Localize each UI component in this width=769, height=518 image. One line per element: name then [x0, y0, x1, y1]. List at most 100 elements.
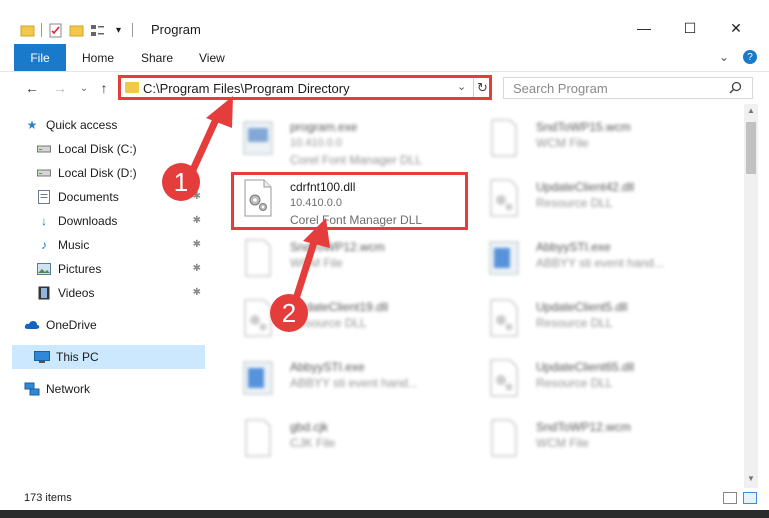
view-switcher [723, 492, 757, 504]
file-type: Corel Font Manager DLL [290, 153, 423, 167]
sidebar-item-documents[interactable]: Documents ✱ [36, 185, 205, 209]
quick-access-toolbar: ▾ [20, 20, 133, 40]
cloud-icon [24, 317, 40, 333]
customize-toolbar-icon[interactable]: ▾ [111, 23, 126, 38]
qat-divider [41, 23, 42, 37]
star-icon: ★ [26, 118, 38, 132]
network-icon [24, 381, 40, 397]
dll-icon [490, 179, 518, 217]
tab-share[interactable]: Share [141, 44, 173, 71]
sidebar-item-local-disk-d[interactable]: Local Disk (D:) [36, 161, 205, 185]
status-bar: 173 items [0, 488, 769, 510]
help-icon[interactable]: ? [743, 50, 757, 64]
minimize-button[interactable]: — [621, 14, 667, 42]
dll-icon [490, 299, 518, 337]
sidebar-item-label: Local Disk (C:) [58, 142, 137, 156]
scroll-down-icon[interactable]: ▼ [746, 474, 756, 486]
vertical-scrollbar[interactable]: ▲ ▼ [744, 104, 758, 488]
file-item[interactable]: SndToWP12.wcm WCM File [476, 412, 716, 468]
qat-divider [132, 23, 133, 37]
file-type: Resource DLL [536, 376, 613, 390]
file-type: WCM File [536, 436, 589, 450]
search-icon [729, 81, 742, 97]
sidebar-item-local-disk-c[interactable]: Local Disk (C:) [36, 137, 205, 161]
file-item[interactable]: UpdateClient5.dll Resource DLL [476, 292, 716, 348]
search-input[interactable]: Search Program [513, 81, 608, 96]
address-dropdown-icon[interactable]: ⌄ [457, 80, 466, 93]
sidebar-item-label: Downloads [58, 214, 118, 228]
sidebar-item-network[interactable]: Network [24, 377, 205, 401]
file-type: WCM File [290, 256, 343, 270]
file-name: UpdateClient5.dll [536, 300, 628, 314]
search-box[interactable]: Search Program [503, 77, 753, 99]
exe-icon [243, 361, 273, 395]
pin-icon[interactable]: ✱ [193, 215, 201, 226]
file-list: program.exe 10.410.0.0 Corel Font Manage… [220, 108, 744, 480]
scroll-up-icon[interactable]: ▲ [746, 106, 756, 118]
tab-view[interactable]: View [199, 44, 225, 71]
computer-icon [34, 349, 50, 365]
file-item[interactable]: AbbyySTI.exe ABBYY sti event hand... [230, 352, 470, 408]
exe-icon [489, 241, 519, 275]
sidebar-item-label: Documents [58, 190, 119, 204]
pin-icon[interactable]: ✱ [193, 191, 201, 202]
folder-icon[interactable] [20, 23, 35, 38]
recent-locations-button[interactable]: ⌄ [74, 78, 94, 98]
documents-icon [36, 189, 52, 205]
file-item[interactable]: SndToWP15.wcm WCM File [476, 112, 716, 168]
back-button[interactable]: ← [22, 78, 42, 98]
file-type: Resource DLL [290, 316, 367, 330]
file-icon [245, 239, 271, 277]
sidebar-item-music[interactable]: ♪ Music ✱ [36, 233, 205, 257]
file-item[interactable]: gbd.cjk CJK File [230, 412, 470, 468]
drive-icon [36, 141, 52, 157]
close-button[interactable]: ✕ [713, 14, 759, 42]
new-folder-icon[interactable] [69, 23, 84, 38]
large-icons-view-icon[interactable] [743, 492, 757, 504]
target-file-highlight [231, 172, 468, 230]
maximize-button[interactable]: ☐ [667, 14, 713, 42]
file-type: ABBYY sti event hand... [290, 376, 418, 390]
exe-icon [243, 121, 273, 155]
details-view-icon[interactable] [723, 492, 737, 504]
file-icon [491, 419, 517, 457]
sidebar-item-label: Quick access [46, 118, 118, 132]
sidebar-item-label: This PC [56, 350, 99, 364]
file-item[interactable]: UpdateClient42.dll Resource DLL [476, 172, 716, 228]
file-name: program.exe [290, 120, 358, 134]
file-type: WCM File [536, 136, 589, 150]
refresh-button[interactable]: ↻ [473, 78, 491, 97]
sidebar-item-this-pc[interactable]: This PC [12, 345, 205, 369]
properties-icon[interactable] [48, 23, 63, 38]
pin-icon[interactable]: ✱ [193, 287, 201, 298]
file-name: AbbyySTI.exe [290, 360, 365, 374]
pin-icon[interactable]: ✱ [193, 263, 201, 274]
pin-icon[interactable]: ✱ [193, 239, 201, 250]
drive-icon [36, 165, 52, 181]
up-button[interactable]: ↑ [94, 78, 114, 98]
sidebar-item-quick-access[interactable]: ★ Quick access [24, 113, 217, 137]
file-type: CJK File [290, 436, 336, 450]
scrollbar-thumb[interactable] [746, 122, 756, 174]
file-type: ABBYY sti event hand... [536, 256, 664, 270]
sidebar-item-pictures[interactable]: Pictures ✱ [36, 257, 205, 281]
file-icon [491, 119, 517, 157]
sidebar-item-downloads[interactable]: ↓ Downloads ✱ [36, 209, 205, 233]
sidebar-item-videos[interactable]: Videos ✱ [36, 281, 205, 305]
file-item[interactable]: UpdateClient19.dll Resource DLL [230, 292, 470, 348]
address-path[interactable]: C:\Program Files\Program Directory [143, 81, 350, 96]
file-type: Resource DLL [536, 316, 613, 330]
address-bar[interactable]: C:\Program Files\Program Directory ⌄ ↻ [118, 75, 492, 100]
ribbon-collapse-icon[interactable]: ⌄ [719, 50, 729, 64]
tab-home[interactable]: Home [82, 44, 114, 71]
sidebar-item-label: Music [58, 238, 90, 252]
forward-button[interactable]: → [50, 78, 70, 98]
file-item[interactable]: program.exe 10.410.0.0 Corel Font Manage… [230, 112, 470, 168]
tab-file[interactable]: File [14, 44, 66, 71]
file-item[interactable]: AbbyySTI.exe ABBYY sti event hand... [476, 232, 716, 288]
dll-icon [244, 299, 272, 337]
file-item[interactable]: SndToWP12.wcm WCM File [230, 232, 470, 288]
view-options-icon[interactable] [90, 23, 105, 38]
file-item[interactable]: UpdateClient65.dll Resource DLL [476, 352, 716, 408]
sidebar-item-onedrive[interactable]: OneDrive [24, 313, 205, 337]
